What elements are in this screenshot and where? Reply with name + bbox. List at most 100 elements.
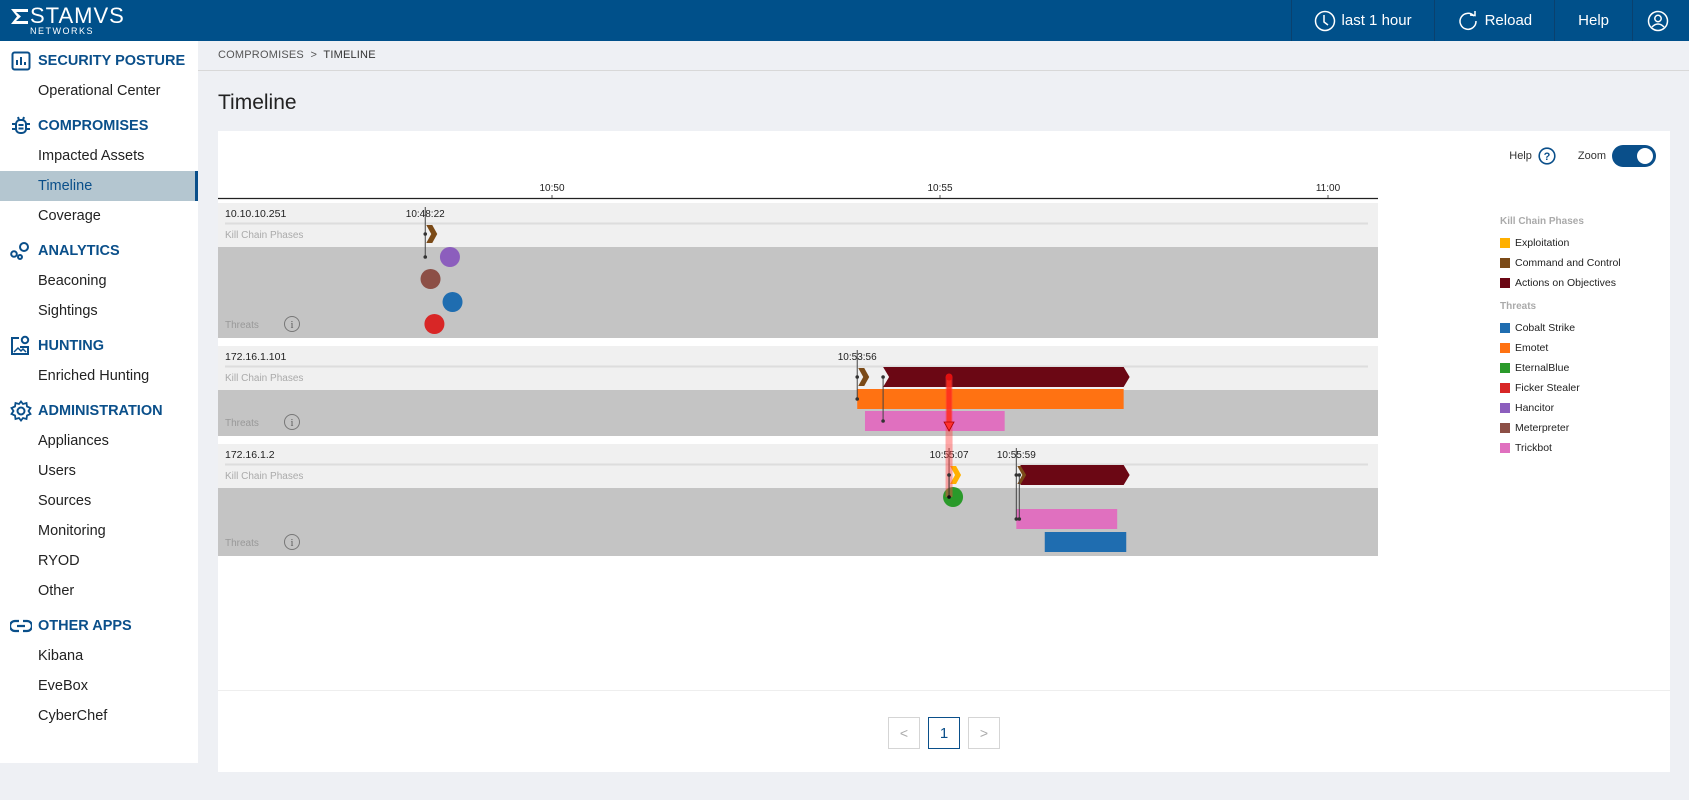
user-icon xyxy=(1647,10,1669,31)
reload-label: Reload xyxy=(1484,12,1533,29)
top-bar: STAMVS NETWORKS last 1 hour Reload Help xyxy=(0,0,1689,41)
reload-button[interactable]: Reload xyxy=(1433,0,1555,41)
breadcrumb-parent[interactable]: COMPROMISES xyxy=(218,49,304,61)
host-header-background xyxy=(218,444,1378,488)
info-icon-glyph: i xyxy=(291,418,294,429)
sidebar-section-administration[interactable]: ADMINISTRATION xyxy=(0,396,198,426)
sidebar-item-impacted-assets[interactable]: Impacted Assets xyxy=(0,141,198,171)
sidebar-section-label: COMPROMISES xyxy=(38,118,149,134)
threat-marker-ficker-stealer xyxy=(424,314,445,334)
sidebar-item-monitoring[interactable]: Monitoring xyxy=(0,516,198,546)
user-menu-button[interactable] xyxy=(1632,0,1689,41)
threats-row-label: Threats xyxy=(225,538,259,549)
zoom-label: Zoom xyxy=(1577,150,1606,162)
card-footer-divider xyxy=(218,690,1670,691)
sidebar-item-cyberchef[interactable]: CyberChef xyxy=(0,701,198,731)
legend-label: Actions on Objectives xyxy=(1515,277,1616,289)
help-circle-icon[interactable]: ? xyxy=(1538,147,1556,165)
sidebar-section-security-posture[interactable]: SECURITY POSTURE xyxy=(0,46,198,76)
prev-page-button[interactable]: < xyxy=(888,717,920,749)
reload-icon xyxy=(1458,10,1477,30)
legend-item-cobalt-strike: Cobalt Strike xyxy=(1500,318,1621,338)
legend-swatch xyxy=(1500,343,1510,353)
legend-item-actions-on-objectives: Actions on Objectives xyxy=(1500,273,1621,293)
legend-item-emotet: Emotet xyxy=(1500,338,1621,358)
threats-row-background xyxy=(218,247,1378,338)
chart-icon xyxy=(11,51,31,71)
sidebar-section-analytics[interactable]: ANALYTICS xyxy=(0,236,198,266)
threat-bar-trickbot xyxy=(1016,509,1118,529)
sidebar-item-other[interactable]: Other xyxy=(0,576,198,606)
host-timeline-10-10-10-251: 10.10.10.251Kill Chain PhasesThreats i10:… xyxy=(218,203,1378,338)
axis-tick-label: 10:55 xyxy=(927,183,952,194)
connector-dot xyxy=(423,255,428,259)
legend-item-command-and-control: Command and Control xyxy=(1500,253,1621,273)
host-ip-label: 172.16.1.101 xyxy=(225,351,286,363)
sidebar-item-coverage[interactable]: Coverage xyxy=(0,201,198,231)
sidebar-item-kibana[interactable]: Kibana xyxy=(0,641,198,671)
kill-chain-row-label: Kill Chain Phases xyxy=(225,373,303,384)
sidebar-item-timeline[interactable]: Timeline xyxy=(0,171,198,201)
legend-swatch xyxy=(1500,383,1510,393)
kill-chain-row-label: Kill Chain Phases xyxy=(225,471,303,482)
sidebar-item-users[interactable]: Users xyxy=(0,456,198,486)
host-timeline-172-16-1-101: 172.16.1.101Kill Chain PhasesThreats i10:… xyxy=(218,346,1378,436)
legend-label: Cobalt Strike xyxy=(1515,322,1576,334)
threat-marker-meterpreter xyxy=(420,269,441,289)
sidebar-item-sightings[interactable]: Sightings xyxy=(0,296,198,326)
sidebar-section-label: HUNTING xyxy=(38,338,105,354)
breadcrumb-separator: > xyxy=(310,49,318,61)
connector-dot xyxy=(947,495,951,499)
sidebar-section-label: ANALYTICS xyxy=(38,243,120,259)
time-range-label: last 1 hour xyxy=(1341,12,1412,29)
connector-dot xyxy=(423,232,428,236)
hunting-icon xyxy=(11,335,30,355)
timeline-controls: Help ? Zoom xyxy=(1509,145,1656,167)
sidebar-item-enriched-hunting[interactable]: Enriched Hunting xyxy=(0,361,198,391)
legend-label: Exploitation xyxy=(1515,237,1570,249)
legend-item-hancitor: Hancitor xyxy=(1500,398,1621,418)
help-link[interactable]: Help xyxy=(1509,150,1532,162)
help-label: Help xyxy=(1578,12,1609,29)
sidebar-item-operational-center[interactable]: Operational Center xyxy=(0,76,198,106)
legend-label: EternalBlue xyxy=(1515,362,1570,374)
timeline-chart: 10:50 10:55 11:00 10.10.10.251 Kill Chain Ph… xyxy=(218,183,1378,556)
connector-dot xyxy=(855,397,860,401)
sidebar-item-sources[interactable]: Sources xyxy=(0,486,198,516)
threat-bar-cobalt-strike xyxy=(1044,532,1127,552)
sidebar-item-evebox[interactable]: EveBox xyxy=(0,671,198,701)
help-button[interactable]: Help xyxy=(1554,0,1632,41)
stamus-logo[interactable]: STAMVS NETWORKS xyxy=(11,3,125,36)
sidebar-section-hunting[interactable]: HUNTING xyxy=(0,331,198,361)
time-range-button[interactable]: last 1 hour xyxy=(1290,0,1434,41)
sidebar-item-ryod[interactable]: RYOD xyxy=(0,546,198,576)
sidebar-section-compromises[interactable]: COMPROMISES xyxy=(0,111,198,141)
lateral-movement-start xyxy=(945,373,953,381)
kill-chain-bar-actions-on-objectives xyxy=(1020,465,1130,485)
link-icon xyxy=(10,619,32,633)
legend-kill-chain-title: Kill Chain Phases xyxy=(1500,216,1584,227)
pagination: < 1 > xyxy=(888,717,1000,749)
clock-icon xyxy=(1314,10,1335,31)
sidebar-section-other-apps[interactable]: OTHER APPS xyxy=(0,611,198,641)
connector-dot xyxy=(855,375,860,379)
sidebar-item-appliances[interactable]: Appliances xyxy=(0,426,198,456)
legend-item-eternalblue: EternalBlue xyxy=(1500,358,1621,378)
legend-swatch xyxy=(1500,363,1510,373)
sidebar: SECURITY POSTURE Operational Center COMP… xyxy=(0,41,198,763)
legend-swatch xyxy=(1500,323,1510,333)
brand-sub: NETWORKS xyxy=(30,26,95,36)
legend-swatch xyxy=(1500,403,1510,413)
next-page-button[interactable]: > xyxy=(968,717,1000,749)
page-1-button[interactable]: 1 xyxy=(928,717,960,749)
legend-label: Emotet xyxy=(1515,342,1549,354)
sidebar-item-beaconing[interactable]: Beaconing xyxy=(0,266,198,296)
bug-icon xyxy=(12,116,30,134)
threats-row-background xyxy=(218,488,1378,556)
breadcrumb-current: TIMELINE xyxy=(323,49,376,61)
threat-marker-cobalt-strike xyxy=(442,292,463,312)
brand-name: STAMVS xyxy=(30,3,125,28)
legend-threats-title: Threats xyxy=(1500,301,1537,312)
zoom-toggle[interactable] xyxy=(1612,145,1656,167)
connector-dot xyxy=(1017,517,1022,521)
